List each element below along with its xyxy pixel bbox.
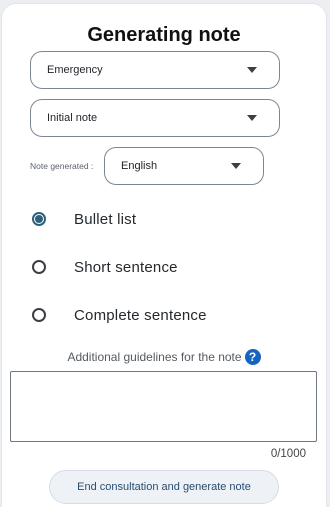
- help-icon[interactable]: ?: [244, 349, 261, 365]
- note-type-dropdown-value: Initial note: [47, 112, 98, 124]
- guidelines-header: Additional guidelines for the note ?: [2, 349, 326, 365]
- radio-bullet-list[interactable]: Bullet list: [32, 207, 136, 231]
- radio-button[interactable]: [32, 260, 46, 274]
- chevron-down-icon: [247, 115, 257, 121]
- guidelines-label: Additional guidelines for the note: [67, 350, 242, 364]
- radio-label: Complete sentence: [74, 306, 207, 324]
- guidelines-textarea[interactable]: [10, 371, 317, 442]
- specialty-dropdown-value: Emergency: [47, 64, 103, 76]
- radio-complete-sentence[interactable]: Complete sentence: [32, 303, 207, 327]
- note-generation-panel: Generating note Emergency Initial note N…: [2, 4, 326, 507]
- note-type-dropdown[interactable]: Initial note: [30, 99, 280, 137]
- chevron-down-icon: [247, 67, 257, 73]
- specialty-dropdown[interactable]: Emergency: [30, 51, 280, 89]
- chevron-down-icon: [231, 163, 241, 169]
- language-dropdown[interactable]: English: [104, 147, 264, 185]
- generate-note-button[interactable]: End consultation and generate note: [49, 470, 279, 504]
- character-counter: 0/1000: [270, 448, 306, 460]
- radio-button-selected[interactable]: [32, 212, 46, 226]
- radio-label: Bullet list: [74, 210, 137, 228]
- radio-short-sentence[interactable]: Short sentence: [32, 255, 178, 279]
- radio-label: Short sentence: [74, 258, 178, 276]
- radio-button[interactable]: [32, 308, 46, 322]
- language-dropdown-value: English: [121, 160, 158, 172]
- panel-title: Generating note: [87, 24, 241, 46]
- language-label: Note generated :: [30, 161, 94, 171]
